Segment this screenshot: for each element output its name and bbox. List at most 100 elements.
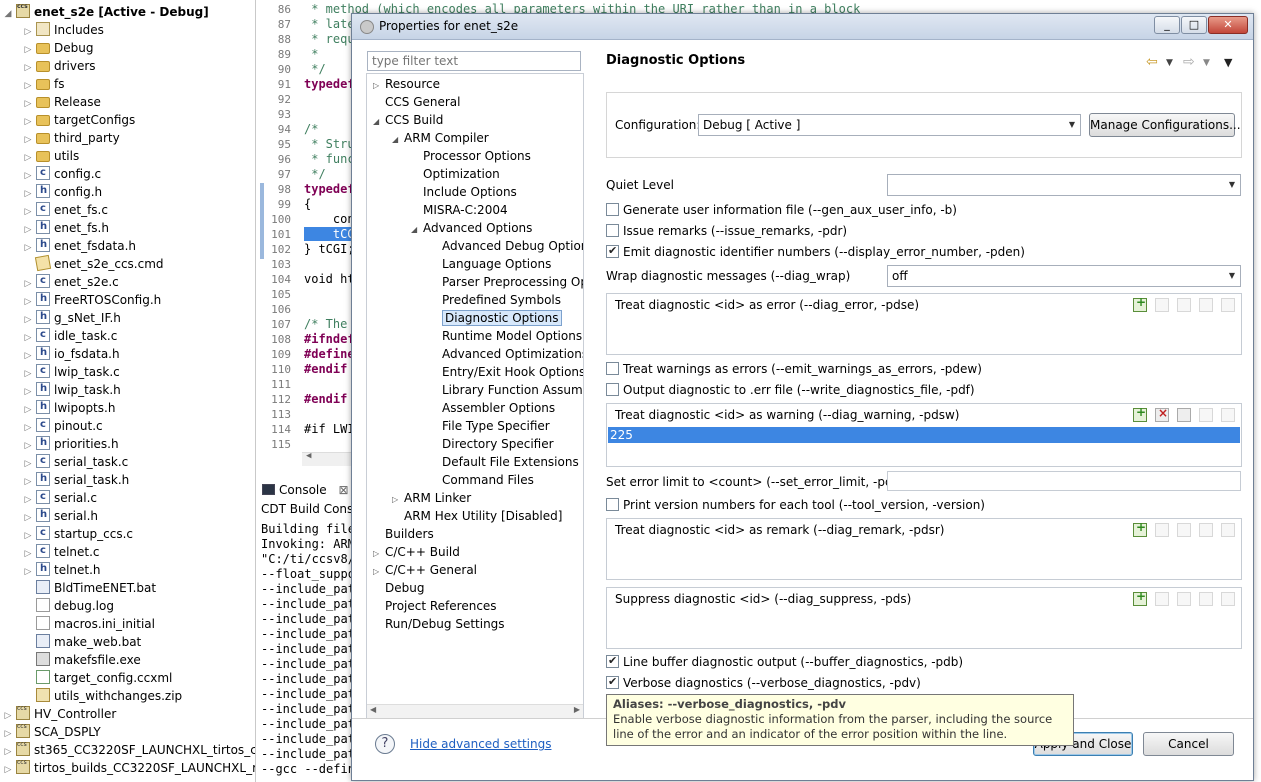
issue-remarks-checkbox[interactable] [606,224,619,237]
tree-item[interactable]: utils_withchanges.zip [22,687,182,705]
print-version-checkbox-row[interactable]: Print version numbers for each tool (--t… [606,496,985,514]
nav-item[interactable]: Builders [373,525,434,543]
code-line[interactable]: #ifndef [304,332,355,346]
tree-item[interactable]: ▷enet_fs.h [22,218,109,237]
tree-item[interactable]: debug.log [22,597,114,615]
delete-icon[interactable] [1155,297,1169,312]
output-err-checkbox-row[interactable]: Output diagnostic to .err file (--write_… [606,381,975,399]
nav-item[interactable]: MISRA-C:2004 [411,201,508,219]
nav-item[interactable]: Runtime Model Options [430,327,582,345]
nav-item[interactable]: Processor Options [411,147,531,165]
output-err-checkbox[interactable] [606,383,619,396]
code-line[interactable]: { [304,197,311,211]
line-buffer-checkbox-row[interactable]: Line buffer diagnostic output (--buffer_… [606,652,963,671]
tree-item[interactable]: ▷serial_task.c [22,452,129,471]
nav-item[interactable]: Assembler Options [430,399,555,417]
scroll-left-icon[interactable]: ◀ [306,451,311,461]
tree-item[interactable]: macros.ini_initial [22,615,155,633]
add-icon[interactable] [1133,589,1147,606]
code-line[interactable]: } tCGI; [304,242,355,256]
gen-aux-checkbox[interactable] [606,203,619,216]
add-icon[interactable] [1133,405,1147,422]
code-line[interactable]: /* The [304,317,355,331]
tree-item[interactable]: BldTimeENET.bat [22,579,156,597]
nav-item[interactable]: ARM Hex Utility [Disabled] [392,507,562,525]
tree-item[interactable]: target_config.ccxml [22,669,172,687]
tree-item[interactable]: ▷ drivers [22,57,96,75]
dialog-titlebar[interactable]: Properties for enet_s2e _ □ ✕ [352,14,1253,40]
nav-item[interactable]: Advanced Debug Options [430,237,583,255]
code-line[interactable]: * late [304,17,354,31]
diag-suppress-list[interactable]: Suppress diagnostic <id> (--diag_suppres… [606,587,1242,649]
project-item[interactable]: ▷ tirtos_builds_CC3220SF_LAUNCHXL_relea [2,754,255,779]
nav-item[interactable]: ▷ C/C++ Build [373,543,460,561]
nav-item[interactable]: Include Options [411,183,517,201]
edit-icon[interactable] [1177,297,1191,312]
filter-input[interactable] [367,51,581,71]
code-line[interactable]: con [304,212,355,226]
back-arrow-icon[interactable]: ⇦ [1146,54,1158,70]
tree-item[interactable]: ▷idle_task.c [22,326,118,345]
tree-item[interactable]: ▷ third_party [22,129,120,147]
move-down-icon[interactable] [1221,522,1235,537]
nav-item[interactable]: Advanced Optimizations [430,345,583,363]
code-line[interactable]: void ht [304,272,355,286]
tree-item[interactable]: ▷g_sNet_IF.h [22,308,121,327]
nav-item[interactable]: Library Function Assumpt [430,381,583,399]
nav-item[interactable]: Diagnostic Options [430,309,562,327]
minimize-button[interactable]: _ [1154,16,1180,34]
quiet-level-select[interactable] [887,174,1241,196]
editor-hscrollbar[interactable]: ◀ [302,451,357,466]
tree-item[interactable]: ▷telnet.c [22,542,100,561]
move-down-icon[interactable] [1221,407,1235,422]
tree-item[interactable]: ▷serial_task.h [22,470,130,489]
view-menu-icon[interactable]: ▼ [1224,56,1232,69]
gen-aux-checkbox-row[interactable]: Generate user information file (--gen_au… [606,201,957,219]
warnings-as-errors-checkbox-row[interactable]: Treat warnings as errors (--emit_warning… [606,360,982,378]
add-icon[interactable] [1133,520,1147,537]
line-buffer-checkbox[interactable] [606,652,619,670]
hide-advanced-settings-link[interactable]: Hide advanced settings [410,737,551,751]
tree-item[interactable]: ▷priorities.h [22,434,119,453]
tree-item[interactable]: ▷telnet.h [22,560,101,579]
diag-error-list[interactable]: Treat diagnostic <id> as error (--diag_e… [606,293,1242,355]
nav-item[interactable]: Run/Debug Settings [373,615,505,633]
move-down-icon[interactable] [1221,297,1235,312]
nav-item[interactable]: Default File Extensions [430,453,579,471]
tree-item[interactable]: enet_s2e_ccs.cmd [22,254,164,273]
tree-item[interactable]: makefsfile.exe [22,651,141,669]
issue-remarks-checkbox-row[interactable]: Issue remarks (--issue_remarks, -pdr) [606,222,847,240]
nav-item[interactable]: Predefined Symbols [430,291,561,309]
edit-icon[interactable] [1177,522,1191,537]
scroll-left-icon[interactable]: ◀ [370,705,376,714]
code-line[interactable]: #if LWI [304,422,355,436]
tree-item[interactable]: ▷ Debug [22,39,94,57]
nav-item[interactable]: File Type Specifier [430,417,550,435]
cancel-button[interactable]: Cancel [1143,732,1234,756]
console-tab[interactable]: Console ⊠ [262,481,349,499]
nav-item[interactable]: Language Options [430,255,551,273]
nav-hscrollbar[interactable]: ◀ ▶ [367,704,583,718]
tree-item[interactable]: ▷pinout.c [22,416,103,435]
nav-item[interactable]: ◢ ARM Compiler [392,129,489,147]
diag-warning-list[interactable]: Treat diagnostic <id> as warning (--diag… [606,403,1242,467]
collapse-arrow-icon[interactable]: ◢ [392,131,404,149]
tree-item[interactable]: ▷io_fsdata.h [22,344,120,363]
maximize-button[interactable]: □ [1181,16,1207,34]
close-icon[interactable]: ⊠ [338,483,348,497]
tree-item[interactable]: ▷ Release [22,93,101,111]
diag-remark-list[interactable]: Treat diagnostic <id> as remark (--diag_… [606,518,1242,580]
expand-arrow-icon[interactable]: ▷ [2,761,14,779]
code-line[interactable]: * [304,47,318,61]
tree-item[interactable]: ▷startup_ccs.c [22,524,134,543]
back-menu-icon[interactable]: ▼ [1166,58,1173,68]
tree-item[interactable]: ▷enet_fsdata.h [22,236,136,255]
project-item[interactable]: ▷st365_CC3220SF_LAUNCHXL_tirtos_ccs [2,736,255,759]
code-line[interactable]: #endif [304,362,347,376]
nav-item[interactable]: ◢ Advanced Options [411,219,532,237]
tree-item[interactable]: ▷ Includes [22,21,104,39]
tree-item[interactable]: make_web.bat [22,633,141,651]
emit-diag-checkbox[interactable] [606,242,619,260]
code-editor[interactable]: 86 * method (which encodes all parameter… [257,0,860,470]
nav-item[interactable]: CCS General [373,93,460,111]
